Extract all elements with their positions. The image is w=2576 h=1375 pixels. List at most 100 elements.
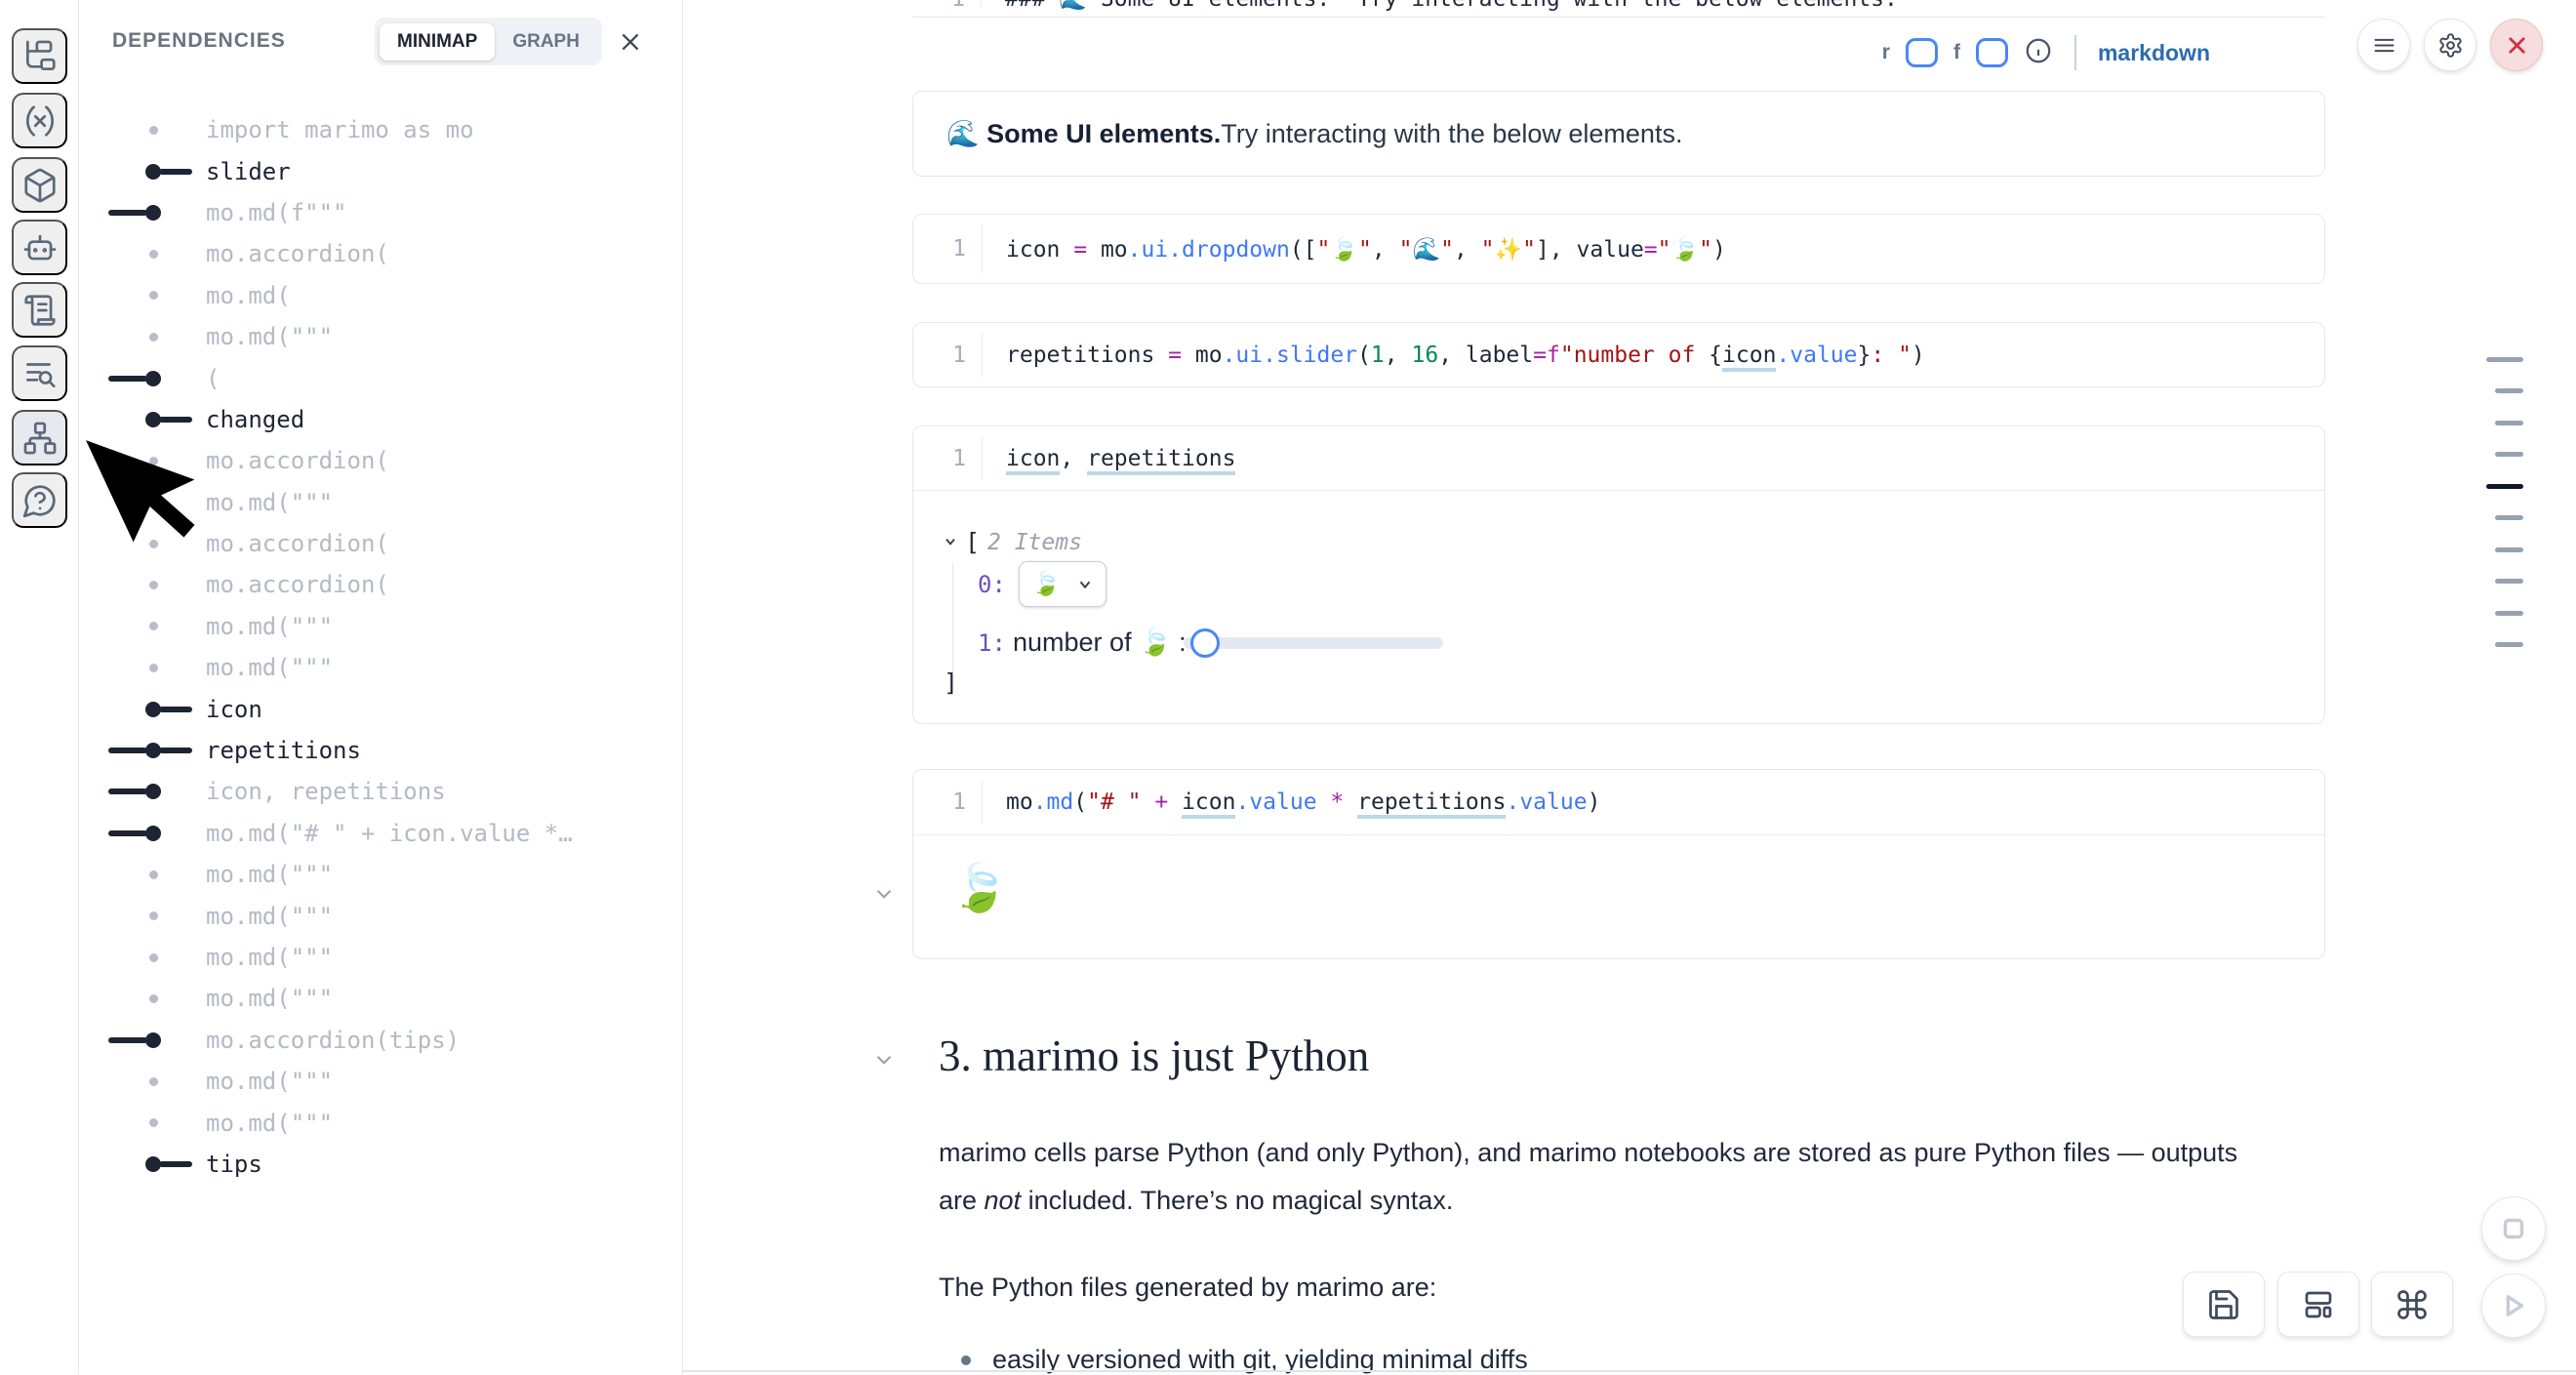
scrollmap-mark[interactable] (2495, 452, 2523, 457)
file-tree-icon[interactable] (12, 28, 67, 84)
minimap-item[interactable]: slider (79, 150, 682, 191)
section-collapse-icon[interactable] (871, 1047, 897, 1072)
minimap-marker-dot (79, 233, 206, 274)
info-icon[interactable] (2024, 36, 2053, 70)
code-line: icon = mo.ui.dropdown(["🍃", "🌊", "✨"], v… (983, 236, 1726, 263)
settings-button[interactable] (2424, 19, 2476, 71)
scrollmap-mark[interactable] (2495, 579, 2523, 584)
minimap-item[interactable]: mo.accordion( (79, 233, 682, 274)
tree-index-0: 0: (978, 571, 1006, 598)
minimap-item[interactable]: mo.accordion( (79, 564, 682, 605)
tree-open-bracket: [ (965, 528, 980, 556)
language-toggle-markdown[interactable]: markdown (2098, 40, 2210, 66)
minimap-item[interactable]: mo.md(f""" (79, 192, 682, 233)
minimap-item[interactable]: mo.md(""" (79, 978, 682, 1019)
close-panel-button[interactable] (614, 25, 647, 59)
minimap-marker-def (79, 688, 206, 729)
minimap-marker-use (79, 771, 206, 812)
minimap-item-label: mo.accordion( (206, 240, 389, 267)
minimap-item-label: mo.md(""" (206, 323, 333, 350)
md-rest-text: Try interacting with the below elements. (1221, 119, 1682, 149)
minimap-item[interactable]: import marimo as mo (79, 109, 682, 150)
slider-track[interactable] (1184, 637, 1443, 649)
cell-repetitions-slider[interactable]: 1 repetitions = mo.ui.slider(1, 16, labe… (912, 322, 2325, 387)
minimap-item[interactable]: changed (79, 399, 682, 440)
layout-button[interactable] (2277, 1272, 2359, 1337)
gear-icon (2437, 32, 2464, 59)
minimap-marker-dot (79, 1102, 206, 1143)
minimap-item[interactable]: mo.md(""" (79, 316, 682, 357)
minimap-item[interactable]: icon (79, 688, 682, 729)
minimap-item[interactable]: mo.md("# " + icon.value *… (79, 813, 682, 854)
minimap-item[interactable]: mo.accordion(tips) (79, 1020, 682, 1061)
save-button[interactable] (2183, 1272, 2265, 1337)
wave-emoji: 🌊 (946, 118, 980, 149)
tree-close-bracket: ] (944, 668, 958, 697)
command-palette-button[interactable] (2371, 1272, 2453, 1337)
dependency-graph-icon[interactable] (12, 410, 67, 465)
minimap-item[interactable]: mo.md(""" (79, 606, 682, 647)
hamburger-icon (2371, 32, 2397, 59)
output-collapse-icon[interactable] (871, 881, 897, 907)
markdown-output: 🌊 Some UI elements. Try interacting with… (912, 91, 2325, 177)
minimap-item-label: mo.md(""" (206, 1110, 333, 1137)
minimap-item-label: mo.accordion( (206, 571, 389, 598)
outline-search-icon[interactable] (12, 345, 67, 401)
cell-icon-dropdown[interactable]: 1 icon = mo.ui.dropdown(["🍃", "🌊", "✨"],… (912, 214, 2325, 284)
minimap-item-label: mo.md(""" (206, 944, 333, 971)
minimap-item-label: slider (206, 158, 291, 185)
stop-button[interactable] (2481, 1196, 2546, 1261)
chevron-down-icon (1076, 576, 1094, 593)
code-line: mo.md("# " + icon.value * repetitions.va… (983, 789, 1600, 815)
minimap-item[interactable]: mo.md(""" (79, 647, 682, 688)
slider-thumb[interactable] (1190, 628, 1220, 658)
scroll-icon[interactable] (12, 282, 67, 338)
play-icon (2497, 1289, 2530, 1322)
minimap-marker-dot (79, 275, 206, 316)
shutdown-button[interactable] (2490, 19, 2543, 71)
minimap-marker-use (79, 1020, 206, 1061)
minimap-item[interactable]: ( (79, 357, 682, 398)
tree-collapse-icon[interactable] (943, 534, 958, 553)
tab-minimap[interactable]: MINIMAP (380, 23, 495, 61)
r-checkbox[interactable] (1906, 38, 1938, 67)
tab-graph[interactable]: GRAPH (495, 23, 597, 61)
icon-dropdown-select[interactable]: 🍃 (1019, 561, 1107, 607)
minimap-item-label: ( (206, 365, 220, 392)
activity-rail (0, 0, 79, 1374)
section-paragraph-2: The Python files generated by marimo are… (939, 1264, 1436, 1312)
minimap-item[interactable]: mo.md(""" (79, 854, 682, 895)
minimap-item[interactable]: mo.md( (79, 275, 682, 316)
minimap-item[interactable]: icon, repetitions (79, 771, 682, 812)
minimap-item[interactable]: mo.md(""" (79, 1102, 682, 1143)
scrollmap-mark[interactable] (2486, 357, 2523, 362)
scrollmap-mark[interactable] (2495, 388, 2523, 393)
tree-index-1: 1: (978, 629, 1006, 657)
minimap-item-label: mo.accordion( (206, 447, 389, 474)
scrollmap-mark[interactable] (2495, 421, 2523, 425)
scrollmap-mark-active[interactable] (2486, 484, 2523, 489)
cell-md-heading[interactable]: 1 mo.md("# " + icon.value * repetitions.… (912, 769, 2325, 959)
minimap-item[interactable]: mo.md(""" (79, 895, 682, 936)
cell-icon-repetitions[interactable]: 1 icon, repetitions [ 2 Items 0: 🍃 1: nu… (912, 425, 2325, 724)
bullet-dot (961, 1355, 971, 1365)
scrollmap-mark[interactable] (2495, 611, 2523, 616)
minimap-item[interactable]: mo.md(""" (79, 937, 682, 978)
help-icon[interactable] (12, 472, 67, 528)
ai-bot-icon[interactable] (12, 220, 67, 275)
run-button[interactable] (2481, 1274, 2546, 1338)
package-icon[interactable] (12, 157, 67, 213)
scrollmap-mark[interactable] (2495, 547, 2523, 552)
markdown-cell-editor-clipped[interactable]: 1 ### 🌊 Some UI elements. Try interactin… (912, 0, 2325, 18)
minimap-item[interactable]: tips (79, 1144, 682, 1185)
scrollmap-mark[interactable] (2495, 642, 2523, 647)
minimap-marker-dot (79, 109, 206, 150)
minimap-item[interactable]: mo.md(""" (79, 1061, 682, 1102)
minimap-item[interactable]: repetitions (79, 730, 682, 771)
variables-icon[interactable] (12, 93, 67, 148)
scrollmap-mark[interactable] (2495, 515, 2523, 520)
menu-button[interactable] (2357, 19, 2410, 71)
minimap-marker-use (79, 357, 206, 398)
minimap-marker-dot (79, 316, 206, 357)
f-checkbox[interactable] (1976, 38, 2008, 67)
